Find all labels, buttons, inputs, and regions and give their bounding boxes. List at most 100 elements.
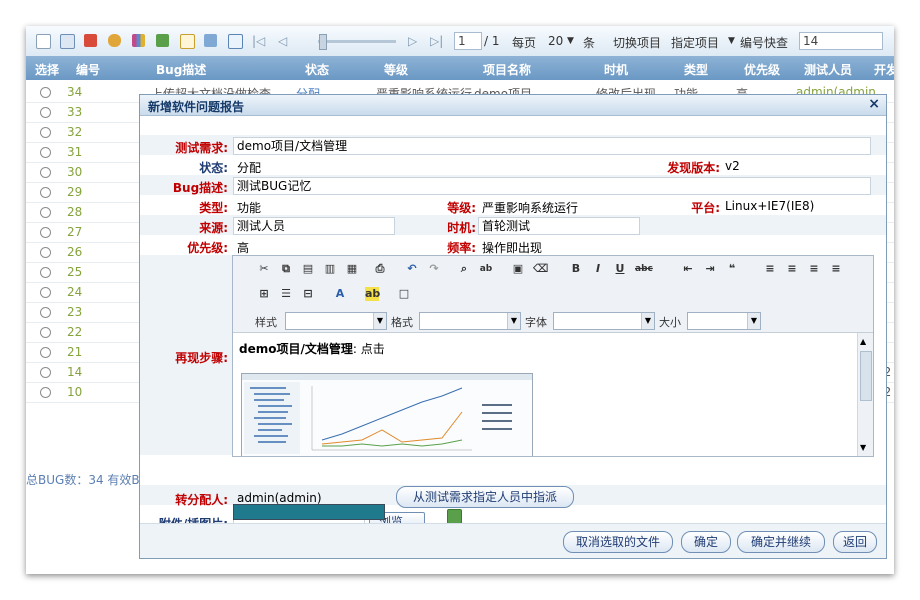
assign-project-button[interactable]: 指定项目	[671, 34, 719, 51]
bug-desc-field[interactable]: 测试BUG记忆	[233, 177, 871, 195]
col-level[interactable]: 等级	[384, 61, 408, 78]
chevron-down-icon[interactable]: ▼	[567, 36, 574, 46]
ok-continue-button[interactable]: 确定并继续	[737, 531, 825, 553]
prev-page-icon[interactable]: ◁	[278, 34, 287, 48]
col-desc[interactable]: Bug描述	[156, 61, 206, 78]
row-radio[interactable]	[40, 207, 51, 218]
assign-from-req-button[interactable]: 从测试需求指定人员中指派	[396, 486, 574, 508]
chevron-down-icon[interactable]: ▼	[373, 313, 386, 329]
redo-icon[interactable]: ↷	[427, 262, 441, 276]
row-radio[interactable]	[40, 107, 51, 118]
scroll-up-icon[interactable]: ▲	[860, 337, 866, 346]
col-dev[interactable]: 开发	[874, 61, 894, 78]
select-all-icon[interactable]: ▣	[511, 262, 525, 276]
row-radio[interactable]	[40, 127, 51, 138]
align-right-icon[interactable]: ≡	[807, 262, 821, 276]
replace-icon[interactable]: ab	[479, 262, 493, 276]
row-radio[interactable]	[40, 287, 51, 298]
list-icon[interactable]	[60, 34, 75, 49]
eraser-icon[interactable]: ⌫	[533, 262, 549, 276]
found-version-value[interactable]: v2	[725, 159, 740, 173]
source-field[interactable]: 测试人员	[233, 217, 395, 235]
export-icon[interactable]	[156, 34, 169, 47]
chevron-down-icon[interactable]: ▼	[747, 313, 760, 329]
paste-icon[interactable]: ▤	[301, 262, 315, 276]
id-quick-input[interactable]: 14	[799, 32, 883, 50]
bars-chart-icon[interactable]	[132, 34, 145, 47]
cut-icon[interactable]: ✂	[257, 262, 271, 276]
timing-field[interactable]: 首轮测试	[478, 217, 640, 235]
col-timing[interactable]: 时机	[604, 61, 628, 78]
copy-icon[interactable]	[204, 34, 217, 47]
page-slider-handle[interactable]	[319, 34, 327, 50]
align-center-icon[interactable]: ≡	[785, 262, 799, 276]
cancel-files-button[interactable]: 取消选取的文件	[563, 531, 673, 553]
quote-icon[interactable]: ❝	[725, 262, 739, 276]
col-type[interactable]: 类型	[684, 61, 708, 78]
outdent-icon[interactable]: ⇤	[681, 262, 695, 276]
paste-text-icon[interactable]: ▥	[323, 262, 337, 276]
copy-icon[interactable]: ⧉	[279, 262, 293, 276]
col-tester[interactable]: 测试人员	[804, 61, 852, 78]
indent-icon[interactable]: ⇥	[703, 262, 717, 276]
undo-icon[interactable]: ↶	[405, 262, 419, 276]
row-radio[interactable]	[40, 327, 51, 338]
strike-icon[interactable]: abc	[635, 262, 653, 276]
row-radio[interactable]	[40, 227, 51, 238]
style-select[interactable]: ▼	[285, 312, 387, 330]
row-radio[interactable]	[40, 307, 51, 318]
editor-scrollbar[interactable]: ▲ ▼	[857, 333, 873, 456]
test-req-field[interactable]: demo项目/文档管理	[233, 137, 871, 155]
print-icon[interactable]: ⎙	[373, 262, 387, 276]
first-page-icon[interactable]: |◁	[252, 34, 265, 48]
type-value[interactable]: 功能	[237, 199, 261, 216]
switch-project-button[interactable]: 切换项目	[613, 34, 661, 51]
size-select[interactable]: ▼	[687, 312, 761, 330]
row-radio[interactable]	[40, 167, 51, 178]
ok-button[interactable]: 确定	[681, 531, 731, 553]
chevron-down-icon[interactable]: ▼	[641, 313, 654, 329]
new-doc-icon[interactable]	[36, 34, 51, 49]
italic-icon[interactable]: I	[591, 262, 605, 276]
col-select[interactable]: 选择	[35, 61, 59, 78]
row-radio[interactable]	[40, 347, 51, 358]
col-id[interactable]: 编号	[76, 61, 100, 78]
row-radio[interactable]	[40, 187, 51, 198]
row-radio[interactable]	[40, 247, 51, 258]
page-input[interactable]: 1	[454, 32, 482, 50]
col-project[interactable]: 项目名称	[483, 61, 531, 78]
table-icon[interactable]: ⊞	[257, 287, 271, 301]
assignee-value[interactable]: admin(admin)	[237, 491, 322, 505]
row-radio[interactable]	[40, 367, 51, 378]
level-value[interactable]: 严重影响系统运行	[482, 199, 578, 216]
scroll-down-icon[interactable]: ▼	[860, 443, 866, 452]
row-radio[interactable]	[40, 267, 51, 278]
align-left-icon[interactable]: ≡	[763, 262, 777, 276]
horizontal-rule-icon[interactable]: ☰	[279, 287, 293, 301]
text-color-icon[interactable]: A	[333, 287, 347, 301]
justify-icon[interactable]: ≡	[829, 262, 843, 276]
maximize-icon[interactable]: □	[397, 287, 411, 301]
page-slider-track[interactable]	[318, 40, 396, 43]
next-page-icon[interactable]: ▷	[408, 34, 417, 48]
users-icon[interactable]	[108, 34, 121, 47]
delete-icon[interactable]	[84, 34, 97, 47]
row-radio[interactable]	[40, 147, 51, 158]
bg-color-icon[interactable]: ab	[365, 287, 380, 301]
per-page-select[interactable]: 20	[548, 34, 563, 48]
platform-value[interactable]: Linux+IE7(IE8)	[725, 199, 814, 213]
chevron-down-icon[interactable]: ▼	[507, 313, 520, 329]
editor-content[interactable]: demo项目/文档管理: 点击	[233, 333, 857, 456]
find-icon[interactable]: ⌕	[457, 262, 471, 276]
frequency-value[interactable]: 操作即出现	[482, 239, 542, 256]
chevron-down-icon[interactable]: ▼	[728, 36, 735, 46]
underline-icon[interactable]: U	[613, 262, 627, 276]
col-priority[interactable]: 优先级	[744, 61, 780, 78]
last-page-icon[interactable]: ▷|	[430, 34, 443, 48]
format-select[interactable]: ▼	[419, 312, 521, 330]
close-icon[interactable]: ×	[868, 96, 880, 112]
col-status[interactable]: 状态	[305, 61, 329, 78]
font-select[interactable]: ▼	[553, 312, 655, 330]
special-char-icon[interactable]: ⊟	[301, 287, 315, 301]
row-radio[interactable]	[40, 87, 51, 98]
